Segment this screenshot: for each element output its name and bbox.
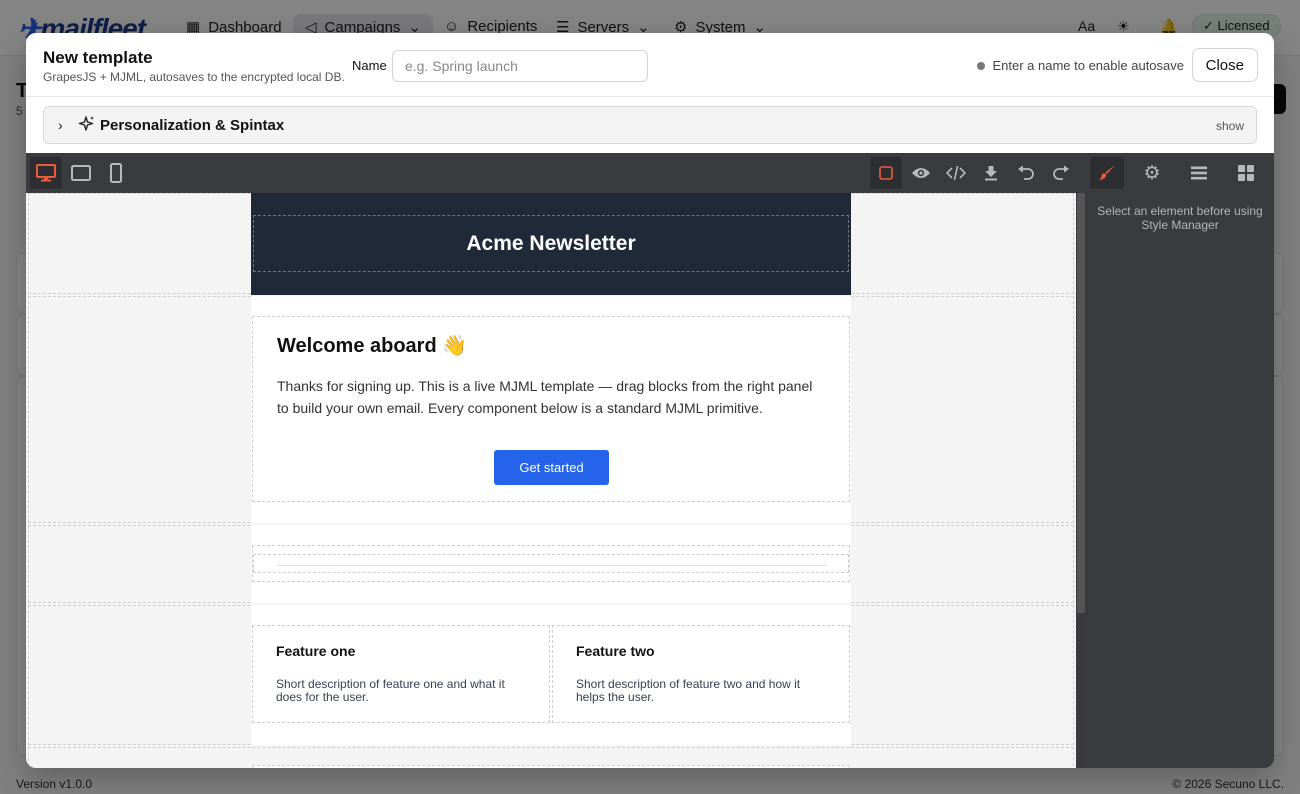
code-view-button[interactable] [940,157,972,189]
next-column[interactable] [252,765,850,768]
feature-one-title: Feature one [276,643,356,659]
undo-button[interactable] [1010,157,1042,189]
feature-column[interactable]: Feature two Short description of feature… [552,625,850,723]
settings-panel-button[interactable]: ⚙ [1136,157,1168,189]
download-icon [985,166,997,181]
preview-button[interactable] [905,157,937,189]
paint-brush-icon [1099,165,1115,180]
email-features-section[interactable]: Feature one Short description of feature… [251,605,851,745]
modal-title: New template [43,48,153,67]
style-manager-panel: Select an element before using Style Man… [1086,193,1274,768]
device-tablet-button[interactable] [65,157,97,189]
tablet-icon [71,165,91,181]
welcome-body-text: Thanks for signing up. This is a live MJ… [277,378,813,416]
layers-panel-button[interactable] [1183,157,1215,189]
divider-line [277,565,827,566]
editor-toolbar: ⚙ [26,153,1274,193]
style-manager-message: Select an element before using Style Man… [1097,204,1263,232]
email-header-title: Acme Newsletter [466,231,636,255]
style-manager-button[interactable] [1090,157,1124,189]
device-desktop-button[interactable] [30,157,62,189]
feature-one-text: Short description of feature one and wha… [276,677,505,704]
redo-button[interactable] [1045,157,1077,189]
autosave-status: Enter a name to enable autosave [977,58,1184,73]
status-dot-icon [977,61,986,70]
eye-icon [912,168,930,178]
scrollbar-thumb[interactable] [1077,193,1085,613]
mobile-icon [110,163,122,183]
grapesjs-editor: ⚙ Acme Newsletter Welcome aboard 👋 Thank… [26,153,1274,768]
editor-canvas[interactable]: Acme Newsletter Welcome aboard 👋 Thanks … [26,193,1076,768]
modal-subtitle: GrapesJS + MJML, autosaves to the encryp… [43,70,345,84]
name-label: Name [352,58,387,73]
email-welcome-section[interactable]: Welcome aboard 👋 Thanks for signing up. … [251,296,851,523]
template-name-input[interactable] [392,50,648,82]
feature-two-title: Feature two [576,643,655,659]
close-button[interactable]: Close [1191,48,1258,82]
divider-box[interactable] [253,554,849,573]
new-template-modal: New template GrapesJS + MJML, autosaves … [26,33,1274,768]
export-button[interactable] [975,157,1007,189]
square-outline-icon [879,166,893,180]
email-next-section[interactable] [251,765,851,768]
welcome-heading: Welcome aboard 👋 [277,335,468,357]
divider-column[interactable] [252,545,850,582]
personalization-label: Personalization & Spintax [100,117,285,134]
email-header-text-box[interactable]: Acme Newsletter [253,215,849,272]
sparkles-icon [78,115,96,138]
desktop-icon [36,164,56,182]
canvas-scrollbar[interactable] [1076,193,1086,768]
blocks-panel-button[interactable] [1230,157,1262,189]
gear-icon: ⚙ [1143,162,1161,184]
welcome-column[interactable]: Welcome aboard 👋 Thanks for signing up. … [252,316,850,502]
outline-toggle-button[interactable] [870,157,902,189]
redo-icon [1053,165,1069,180]
personalization-show-link[interactable]: show [1216,119,1244,133]
feature-two-text: Short description of feature two and how… [576,677,801,704]
modal-header: New template GrapesJS + MJML, autosaves … [26,33,1274,97]
undo-icon [1018,165,1034,180]
layers-icon [1191,166,1207,180]
email-divider-section[interactable] [251,525,851,603]
personalization-toggle[interactable]: › Personalization & Spintax show [43,106,1257,144]
get-started-button[interactable]: Get started [494,450,609,485]
email-header-section[interactable]: Acme Newsletter [251,193,851,295]
feature-column[interactable]: Feature one Short description of feature… [252,625,550,723]
code-icon [946,165,966,181]
device-mobile-button[interactable] [100,157,132,189]
chevron-right-icon: › [58,117,63,133]
blocks-grid-icon [1238,165,1254,181]
